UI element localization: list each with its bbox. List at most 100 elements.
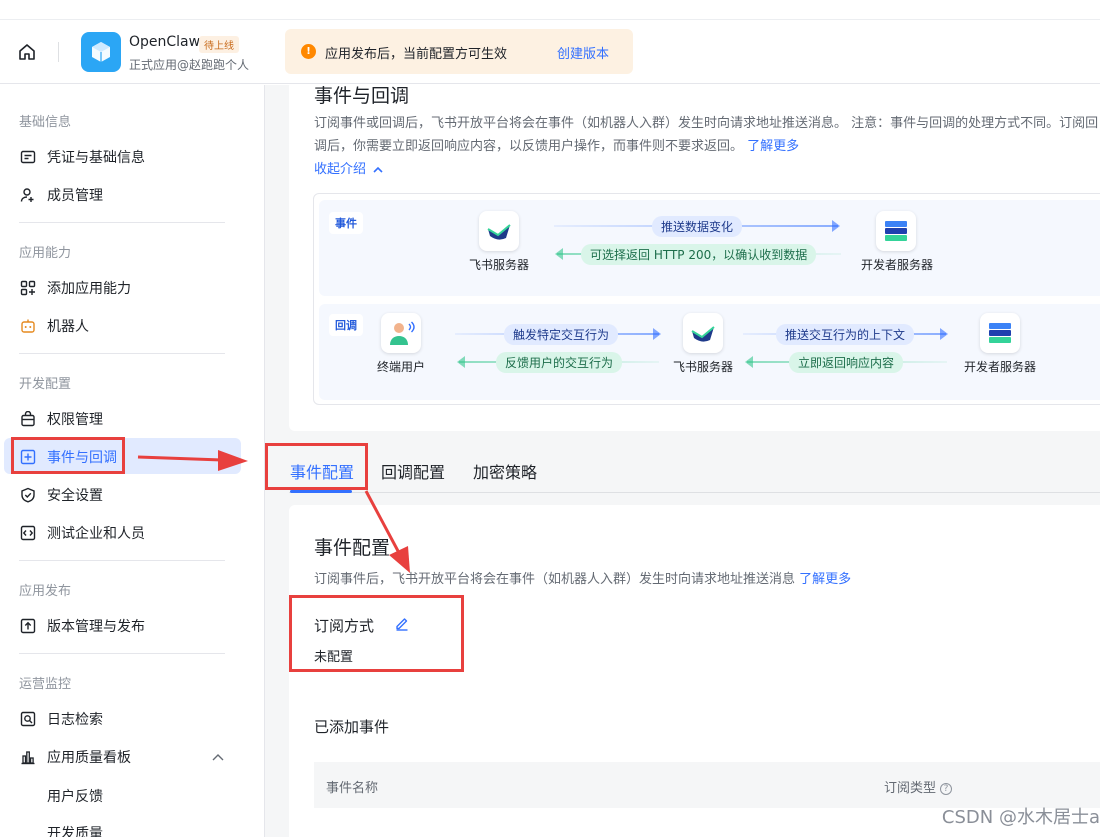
intro-title: 事件与回调 [314,85,410,107]
sidebar-item-label: 应用质量看板 [47,750,131,766]
annotation-box-tab [265,443,368,490]
sidebar-item-label: 成员管理 [47,188,103,204]
active-tab-indicator [290,490,352,493]
permission-icon [19,410,37,428]
app-status-badge: 待上线 [199,36,239,53]
browser-divider [0,19,1100,20]
sidebar-item-permissions[interactable]: 权限管理 [19,409,103,429]
sidebar-subitem-user-feedback[interactable]: 用户反馈 [47,786,103,806]
notice-text: 应用发布后，当前配置方可生效 [325,47,508,62]
sidebar-divider [19,222,225,223]
app-name: OpenClaw [129,34,201,50]
events-table-header: 事件名称 订阅类型? [314,762,1100,808]
sidebar-item-label: 机器人 [47,319,89,335]
sidebar-item-label: 添加应用能力 [47,281,131,297]
publish-notice: ! 应用发布后，当前配置方可生效 创建版本 [285,29,633,74]
sidebar-section-monitoring: 运营监控 [19,677,72,692]
sidebar-item-log-search[interactable]: 日志检索 [19,709,103,729]
config-tabs: 事件配置 回调配置 加密策略 [289,450,1100,493]
sidebar-item-quality-board[interactable]: 应用质量看板 [19,747,131,767]
sidebar-section-release: 应用发布 [19,584,72,599]
cube-icon [92,42,110,62]
credential-icon [19,148,37,166]
end-user-icon [381,313,421,353]
feishu-server-label: 飞书服务器 [469,258,530,272]
upload-icon [19,617,37,635]
warning-icon: ! [301,44,316,59]
sidebar-item-test-enterprise[interactable]: 测试企业和人员 [19,523,145,543]
feedback-interaction-label: 反馈用户的交互行为 [496,352,623,373]
sidebar-divider [19,560,225,561]
diagram-callback-row: 回调 终端用户 触发特定交互行为 反馈用户的交互行为 飞书服务器 推送交互行为的… [319,304,1100,400]
sidebar-item-versions[interactable]: 版本管理与发布 [19,616,145,636]
top-bar: OpenClaw 待上线 正式应用@赵跑跑个人 ! 应用发布后，当前配置方可生效… [0,0,1100,84]
callback-tag: 回调 [329,314,363,336]
intro-learn-more-link[interactable]: 了解更多 [747,139,799,154]
tab-encryption[interactable]: 加密策略 [473,459,537,483]
sidebar-divider [19,353,225,354]
tab-callback-config[interactable]: 回调配置 [381,459,445,483]
sidebar-section-dev: 开发配置 [19,377,72,392]
sidebar-section-capability: 应用能力 [19,246,72,261]
feishu-server-label: 飞书服务器 [673,360,734,374]
feishu-server-icon [479,211,519,251]
event-config-description-text: 订阅事件后，飞书开放平台将会在事件（如机器人入群）发生时向请求地址推送消息 [314,572,796,587]
home-icon[interactable] [17,42,37,62]
sidebar-divider [19,653,225,654]
sidebar-item-label: 安全设置 [47,488,103,504]
sidebar-item-label: 测试企业和人员 [47,526,145,542]
create-version-link[interactable]: 创建版本 [557,43,609,62]
chevron-up-icon[interactable] [212,753,224,761]
column-subscription-type: 订阅类型? [884,777,953,796]
push-context-label: 推送交互行为的上下文 [776,324,915,345]
annotation-box-sidebar [11,437,125,474]
developer-server-label: 开发者服务器 [861,258,934,272]
trigger-interaction-label: 触发特定交互行为 [504,324,619,345]
push-data-label: 推送数据变化 [652,216,743,237]
added-events-title: 已添加事件 [314,718,390,736]
intro-description: 订阅事件或回调后，飞书开放平台将会在事件（如机器人入群）发生时向请求地址推送消息… [314,112,1099,158]
developer-server-icon [980,313,1020,353]
event-config-learn-more-link[interactable]: 了解更多 [799,572,851,587]
sidebar-item-security[interactable]: 安全设置 [19,485,103,505]
help-icon[interactable]: ? [940,783,953,795]
main-content: 事件与回调 订阅事件或回调后，飞书开放平台将会在事件（如机器人入群）发生时向请求… [265,85,1100,837]
intro-description-text: 订阅事件或回调后，飞书开放平台将会在事件（如机器人入群）发生时向请求地址推送消息… [314,116,1099,154]
chevron-up-icon [373,166,383,173]
developer-server-label: 开发者服务器 [964,360,1037,374]
event-tag: 事件 [329,212,363,234]
column-subscription-type-label: 订阅类型 [884,781,937,796]
collapse-intro-button[interactable]: 收起介绍 [314,158,383,177]
sidebar-item-label: 日志检索 [47,712,103,728]
http-200-label: 可选择返回 HTTP 200，以确认收到数据 [581,244,817,265]
member-icon [19,186,37,204]
sidebar-item-credentials[interactable]: 凭证与基础信息 [19,147,145,167]
sidebar-item-label: 权限管理 [47,412,103,428]
return-response-label: 立即返回响应内容 [789,352,904,373]
sidebar-item-label: 版本管理与发布 [47,619,145,635]
feishu-server-icon [683,313,723,353]
watermark: CSDN @水木居士a [941,807,1100,828]
intro-card: 事件与回调 订阅事件或回调后，飞书开放平台将会在事件（如机器人入群）发生时向请求… [289,85,1100,431]
annotation-box-subscription [289,595,464,672]
app-logo [81,32,121,72]
end-user-label: 终端用户 [377,360,426,374]
grid-add-icon [19,279,37,297]
sidebar-item-members[interactable]: 成员管理 [19,185,103,205]
app-subtitle: 正式应用@赵跑跑个人 [129,58,250,72]
log-search-icon [19,710,37,728]
collapse-intro-label: 收起介绍 [314,162,367,177]
robot-icon [19,317,37,335]
developer-server-icon [876,211,916,251]
event-callback-diagram: 事件 飞书服务器 推送数据变化 可选择返回 HTTP 200，以确认收到数据 开… [313,193,1100,405]
column-event-name: 事件名称 [326,781,379,796]
event-config-title: 事件配置 [314,537,391,559]
sidebar-item-robot[interactable]: 机器人 [19,316,89,336]
shield-icon [19,486,37,504]
header-divider [58,42,59,62]
sidebar-item-add-capability[interactable]: 添加应用能力 [19,278,131,298]
code-icon [19,524,37,542]
sidebar-subitem-dev-quality[interactable]: 开发质量 [47,823,103,837]
event-config-description: 订阅事件后，飞书开放平台将会在事件（如机器人入群）发生时向请求地址推送消息 了解… [314,568,851,587]
bar-chart-icon [19,748,37,766]
